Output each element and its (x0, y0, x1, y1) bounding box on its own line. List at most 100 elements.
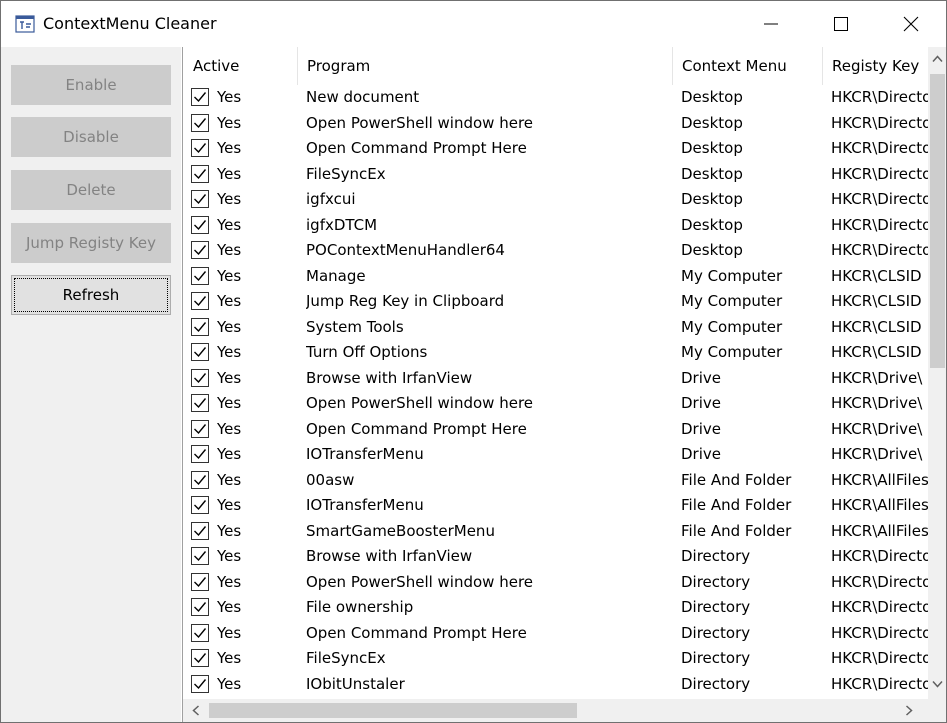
registry-key-cell: HKCR\CLSID (831, 292, 922, 310)
active-checkbox[interactable] (191, 445, 209, 463)
context-menu-cell: Directory (681, 674, 751, 693)
minimize-button[interactable] (748, 1, 794, 47)
active-checkbox[interactable] (191, 266, 209, 285)
table-row[interactable]: Yes New document Desktop HKCR\Directo (183, 85, 928, 111)
registry-key-cell: HKCR\CLSID (831, 317, 922, 336)
table-row[interactable]: Yes Open Command Prompt Here Directory HKCR… (183, 621, 928, 647)
program-cell: FileSyncEx (306, 164, 386, 183)
active-checkbox[interactable] (191, 215, 209, 234)
table-row[interactable]: Yes igfxcui Desktop HKCR\Directo (183, 187, 928, 213)
active-checkbox[interactable] (191, 598, 209, 616)
registry-key-cell: HKCR\Drive\ (831, 368, 923, 387)
table-row[interactable]: Yes IObitUnstaler Directory HKCR\Directo (183, 672, 928, 698)
context-menu-cell: Desktop (681, 113, 743, 132)
jump-registry-key-button[interactable]: Jump Registy Key (11, 223, 171, 263)
delete-button[interactable]: Delete (11, 170, 171, 210)
active-checkbox[interactable] (191, 343, 209, 361)
active-checkbox[interactable] (191, 674, 209, 693)
table-row[interactable]: Yes SmartGameBoosterMenu File And Folder HK… (183, 519, 928, 545)
scroll-up-icon[interactable] (932, 55, 943, 63)
active-checkbox[interactable] (191, 241, 209, 259)
scroll-right-icon[interactable] (905, 705, 913, 716)
active-checkbox[interactable] (191, 521, 209, 540)
program-cell: igfxDTCM (306, 215, 378, 234)
scroll-down-icon[interactable] (932, 680, 943, 688)
table-row[interactable]: Yes Browse with IrfanView Drive HKCR\Drive\ (183, 366, 928, 392)
active-cell: Yes (217, 190, 242, 208)
context-menu-cell: My Computer (681, 266, 783, 285)
program-cell: Open Command Prompt Here (306, 623, 527, 642)
table-row[interactable]: Yes Open PowerShell window here Desktop HKC… (183, 111, 928, 137)
column-header-context-menu[interactable]: Context Menu (672, 47, 822, 85)
column-header-active[interactable]: Active (183, 47, 297, 85)
active-checkbox[interactable] (191, 394, 209, 412)
window-title: ContextMenu Cleaner (43, 14, 217, 33)
title-bar[interactable]: ContextMenu Cleaner (1, 1, 946, 47)
column-header-program[interactable]: Program (297, 47, 672, 85)
scrollbar-thumb[interactable] (930, 74, 945, 368)
refresh-button[interactable]: Refresh (11, 275, 171, 315)
registry-key-cell: HKCR\Directo (831, 113, 928, 132)
table-row[interactable]: Yes IOTransferMenu File And Folder HKCR\All… (183, 493, 928, 519)
program-cell: IObitUnstaler (306, 674, 405, 693)
active-checkbox[interactable] (191, 419, 209, 438)
table-row[interactable]: Yes Open PowerShell window here Directory H… (183, 570, 928, 596)
active-cell: Yes (217, 598, 242, 616)
active-cell: Yes (217, 470, 242, 489)
scrollbar-horizontal[interactable] (183, 699, 928, 722)
disable-button[interactable]: Disable (11, 117, 171, 157)
table-row[interactable]: Yes Open PowerShell window here Drive HKCR\… (183, 391, 928, 417)
active-checkbox[interactable] (191, 88, 209, 106)
maximize-button[interactable] (818, 1, 864, 47)
table-row[interactable]: Yes Browse with IrfanView Directory HKCR\Di… (183, 544, 928, 570)
table-row[interactable]: Yes File ownership Directory HKCR\Directo (183, 595, 928, 621)
registry-key-cell: HKCR\CLSID (831, 343, 922, 361)
sidebar: Enable Disable Delete Jump Registy Key R… (1, 47, 181, 722)
active-checkbox[interactable] (191, 649, 209, 667)
column-header-registry-key[interactable]: Registy Key (822, 47, 928, 85)
active-cell: Yes (217, 88, 242, 106)
table-row[interactable]: Yes FileSyncEx Desktop HKCR\Directo (183, 162, 928, 188)
active-checkbox[interactable] (191, 113, 209, 132)
registry-key-cell: HKCR\Directo (831, 572, 928, 591)
context-menu-cell: Desktop (681, 164, 743, 183)
program-cell: IOTransferMenu (306, 496, 424, 514)
table-row[interactable]: Yes Manage My Computer HKCR\CLSID (183, 264, 928, 290)
active-cell: Yes (217, 394, 242, 412)
table-row[interactable]: Yes Open Command Prompt Here Drive HKCR\Dri… (183, 417, 928, 443)
active-cell: Yes (217, 368, 242, 387)
active-checkbox[interactable] (191, 572, 209, 591)
registry-key-cell: HKCR\Directo (831, 674, 928, 693)
registry-key-cell: HKCR\AllFiles (831, 470, 928, 489)
active-checkbox[interactable] (191, 547, 209, 565)
scroll-left-icon[interactable] (192, 705, 200, 716)
table-row[interactable]: Yes IOTransferMenu Drive HKCR\Drive\ (183, 442, 928, 468)
active-cell: Yes (217, 241, 242, 259)
table-row[interactable]: Yes FileSyncEx Directory HKCR\Directo (183, 646, 928, 672)
scrollbar-vertical[interactable] (928, 47, 946, 699)
table-row[interactable]: Yes Jump Reg Key in Clipboard My Computer H… (183, 289, 928, 315)
active-checkbox[interactable] (191, 190, 209, 208)
table-row[interactable]: Yes 00asw File And Folder HKCR\AllFiles (183, 468, 928, 494)
active-checkbox[interactable] (191, 368, 209, 387)
active-checkbox[interactable] (191, 164, 209, 183)
close-button[interactable] (888, 1, 934, 47)
table-row[interactable]: Yes igfxDTCM Desktop HKCR\Directo (183, 213, 928, 239)
active-checkbox[interactable] (191, 470, 209, 489)
table-row[interactable]: Yes Open Command Prompt Here Desktop HKCR\D… (183, 136, 928, 162)
active-checkbox[interactable] (191, 139, 209, 157)
active-checkbox[interactable] (191, 623, 209, 642)
program-cell: Open Command Prompt Here (306, 139, 527, 157)
active-checkbox[interactable] (191, 317, 209, 336)
active-checkbox[interactable] (191, 292, 209, 310)
registry-key-cell: HKCR\Directo (831, 598, 928, 616)
table-row[interactable]: Yes Turn Off Options My Computer HKCR\CLSID (183, 340, 928, 366)
context-menu-cell: Desktop (681, 139, 743, 157)
active-checkbox[interactable] (191, 496, 209, 514)
maximize-icon (834, 17, 848, 31)
table-row[interactable]: Yes System Tools My Computer HKCR\CLSID (183, 315, 928, 341)
table-row[interactable]: Yes POContextMenuHandler64 Desktop HKCR\Dir… (183, 238, 928, 264)
context-menu-cell: Directory (681, 623, 751, 642)
scrollbar-thumb[interactable] (209, 703, 577, 718)
enable-button[interactable]: Enable (11, 65, 171, 105)
